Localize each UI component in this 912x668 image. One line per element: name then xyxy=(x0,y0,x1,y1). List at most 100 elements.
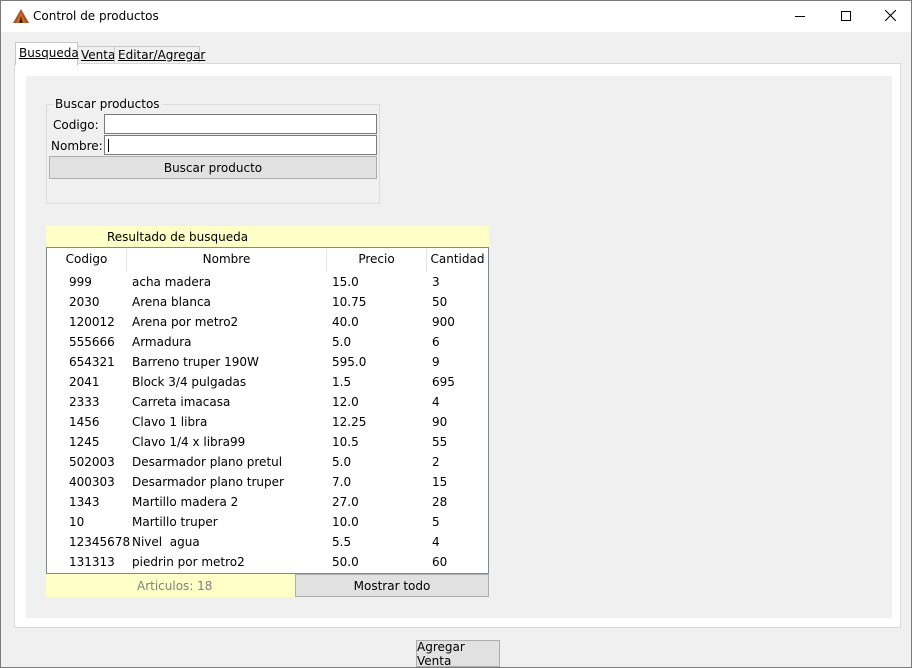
cell-cantidad: 28 xyxy=(432,495,448,509)
cell-precio: 12.25 xyxy=(332,415,367,429)
cell-codigo: 502003 xyxy=(69,455,115,469)
cell-codigo: 654321 xyxy=(69,355,115,369)
cell-precio: 595.0 xyxy=(332,355,367,369)
tab-busqueda[interactable]: Busqueda xyxy=(15,42,79,65)
cell-cantidad: 4 xyxy=(432,535,440,549)
table-row[interactable]: 654321 Barreno truper 190W 595.0 9 xyxy=(47,352,488,372)
cell-codigo: 131313 xyxy=(69,555,115,569)
cell-precio: 50.0 xyxy=(332,555,359,569)
table-header: Codigo Nombre Precio Cantidad xyxy=(47,248,488,272)
cell-precio: 5.5 xyxy=(332,535,352,549)
cell-nombre: acha madera xyxy=(132,275,212,289)
cell-codigo: 555666 xyxy=(69,335,115,349)
minimize-button[interactable] xyxy=(777,1,823,32)
cell-cantidad: 50 xyxy=(432,295,448,309)
search-panel: Buscar productos Codigo: Nombre: Buscar … xyxy=(26,76,892,618)
results-header: Resultado de busqueda xyxy=(46,226,489,248)
table-row[interactable]: 502003 Desarmador plano pretul 5.0 2 xyxy=(47,452,488,472)
buscar-producto-button[interactable]: Buscar producto xyxy=(49,156,377,179)
nombre-label: Nombre: xyxy=(51,139,103,153)
table-row[interactable]: 555666 Armadura 5.0 6 xyxy=(47,332,488,352)
table-row[interactable]: 1343 Martillo madera 2 27.0 28 xyxy=(47,492,488,512)
cell-nombre: Clavo 1 libra xyxy=(132,415,208,429)
cell-nombre: Martillo madera 2 xyxy=(132,495,239,509)
column-header-cantidad[interactable]: Cantidad xyxy=(427,248,488,272)
table-row[interactable]: 1456 Clavo 1 libra 12.25 90 xyxy=(47,412,488,432)
tab-editar-agregar[interactable]: Editar/Agregar xyxy=(114,46,205,64)
close-button[interactable] xyxy=(867,1,911,32)
cell-cantidad: 15 xyxy=(432,475,448,489)
cell-precio: 1.5 xyxy=(332,375,352,389)
table-row[interactable]: 131313 piedrin por metro2 50.0 60 xyxy=(47,552,488,572)
table-row[interactable]: 999 acha madera 15.0 3 xyxy=(47,272,488,292)
articles-count-bar: Articulos: 18 xyxy=(46,574,295,597)
table-row[interactable]: 12345678 Nivel agua 5.5 4 xyxy=(47,532,488,552)
nombre-input[interactable] xyxy=(104,135,377,155)
mostrar-todo-button[interactable]: Mostrar todo xyxy=(295,574,489,597)
cell-codigo: 1245 xyxy=(69,435,100,449)
cell-codigo: 400303 xyxy=(69,475,115,489)
cell-codigo: 10 xyxy=(69,515,85,529)
search-groupbox: Buscar productos Codigo: Nombre: Buscar … xyxy=(46,97,380,204)
maximize-button[interactable] xyxy=(823,1,869,32)
cell-cantidad: 60 xyxy=(432,555,448,569)
cell-precio: 5.0 xyxy=(332,335,352,349)
cell-nombre: Barreno truper 190W xyxy=(132,355,259,369)
cell-precio: 15.0 xyxy=(332,275,359,289)
cell-cantidad: 900 xyxy=(432,315,455,329)
cell-nombre: piedrin por metro2 xyxy=(132,555,245,569)
close-icon xyxy=(884,9,896,24)
codigo-label: Codigo: xyxy=(53,118,99,132)
cell-cantidad: 4 xyxy=(432,395,440,409)
tab-venta[interactable]: Venta xyxy=(77,46,115,64)
app-tent-icon xyxy=(12,8,30,24)
maximize-icon xyxy=(841,10,851,24)
column-header-nombre[interactable]: Nombre xyxy=(127,248,327,272)
cell-nombre: Nivel agua xyxy=(132,535,200,549)
table-row[interactable]: 2030 Arena blanca 10.75 50 xyxy=(47,292,488,312)
cell-precio: 10.75 xyxy=(332,295,367,309)
text-caret xyxy=(108,139,109,152)
cell-cantidad: 6 xyxy=(432,335,440,349)
cell-cantidad: 5 xyxy=(432,515,440,529)
main-window: Control de productos Busqueda Venta Edit… xyxy=(0,0,912,668)
cell-nombre: Clavo 1/4 x libra99 xyxy=(132,435,246,449)
cell-codigo: 1343 xyxy=(69,495,100,509)
cell-codigo: 12345678 xyxy=(69,535,131,549)
table-row[interactable]: 120012 Arena por metro2 40.0 900 xyxy=(47,312,488,332)
cell-nombre: Armadura xyxy=(132,335,192,349)
cell-cantidad: 90 xyxy=(432,415,448,429)
agregar-venta-button[interactable]: Agregar Venta xyxy=(416,640,500,667)
cell-codigo: 120012 xyxy=(69,315,115,329)
table-row[interactable]: 2333 Carreta imacasa 12.0 4 xyxy=(47,392,488,412)
tab-panel-busqueda: Buscar productos Codigo: Nombre: Buscar … xyxy=(14,63,901,628)
cell-nombre: Block 3/4 pulgadas xyxy=(132,375,247,389)
cell-cantidad: 695 xyxy=(432,375,455,389)
title-bar[interactable]: Control de productos xyxy=(1,1,911,32)
table-row[interactable]: 10 Martillo truper 10.0 5 xyxy=(47,512,488,532)
codigo-input[interactable] xyxy=(104,114,377,134)
table-row[interactable]: 400303 Desarmador plano truper 7.0 15 xyxy=(47,472,488,492)
cell-codigo: 2041 xyxy=(69,375,100,389)
window-title: Control de productos xyxy=(33,9,159,23)
results-table[interactable]: Codigo Nombre Precio Cantidad 999 acha ma… xyxy=(46,247,489,574)
cell-codigo: 1456 xyxy=(69,415,100,429)
column-header-precio[interactable]: Precio xyxy=(327,248,427,272)
table-row[interactable]: 2041 Block 3/4 pulgadas 1.5 695 xyxy=(47,372,488,392)
cell-precio: 5.0 xyxy=(332,455,352,469)
cell-precio: 10.5 xyxy=(332,435,359,449)
cell-precio: 10.0 xyxy=(332,515,359,529)
cell-nombre: Arena blanca xyxy=(132,295,211,309)
search-group-title: Buscar productos xyxy=(53,97,162,111)
table-row[interactable]: 1245 Clavo 1/4 x libra99 10.5 55 xyxy=(47,432,488,452)
cell-cantidad: 55 xyxy=(432,435,448,449)
cell-nombre: Desarmador plano truper xyxy=(132,475,284,489)
cell-nombre: Martillo truper xyxy=(132,515,218,529)
cell-codigo: 2333 xyxy=(69,395,100,409)
articles-count: Articulos: 18 xyxy=(137,579,213,593)
cell-cantidad: 3 xyxy=(432,275,440,289)
column-header-codigo[interactable]: Codigo xyxy=(47,248,127,272)
cell-precio: 12.0 xyxy=(332,395,359,409)
cell-nombre: Desarmador plano pretul xyxy=(132,455,283,469)
cell-codigo: 2030 xyxy=(69,295,100,309)
